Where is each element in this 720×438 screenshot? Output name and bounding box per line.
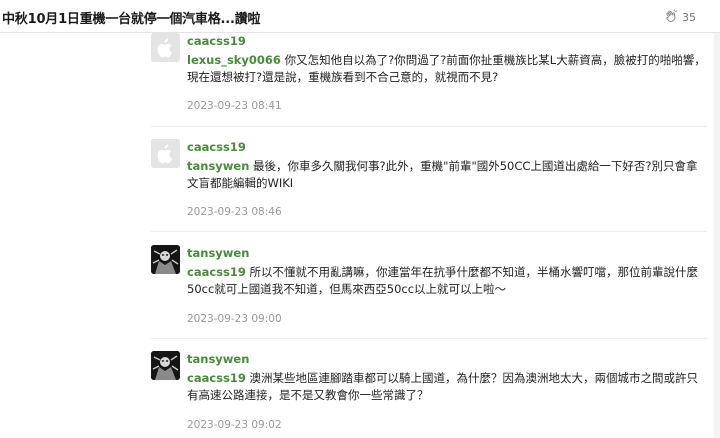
comment-timestamp: 2023-09-23 08:46 <box>187 206 282 218</box>
scrollbar[interactable] <box>714 33 720 438</box>
comment-timestamp: 2023-09-23 08:41 <box>187 100 282 112</box>
like-count: 35 <box>682 11 696 24</box>
comment-timestamp: 2023-09-23 09:02 <box>187 419 282 431</box>
comment-body: caacss19 所以不懂就不用亂講嘛，你連當年在抗爭什麼都不知道，半桶水響叮噹… <box>187 264 707 297</box>
divider <box>151 126 707 127</box>
top-bar: 中秋10月1日重機一台就停一個汽車格...讚啦 35 <box>0 0 720 33</box>
divider <box>151 231 707 232</box>
mention-link[interactable]: caacss19 <box>187 371 246 385</box>
mention-link[interactable]: lexus_sky0066 <box>187 53 281 67</box>
comment-text: 最後，你車多久關我何事?此外，重機"前輩"國外50CC上國道出處給一下好否?別只… <box>187 159 698 190</box>
default-avatar-icon[interactable] <box>151 139 180 168</box>
divider <box>151 338 707 339</box>
default-avatar-icon[interactable] <box>151 33 180 62</box>
page-title: 中秋10月1日重機一台就停一個汽車格...讚啦 <box>2 12 261 27</box>
comment-body: caacss19 澳洲某些地區連腳踏車都可以騎上國道，為什麼？因為澳洲地太大，兩… <box>187 370 707 403</box>
comment-author[interactable]: caacss19 <box>187 34 246 48</box>
comment-text: 所以不懂就不用亂講嘛，你連當年在抗爭什麼都不知道，半桶水響叮噹，那位前輩說什麼5… <box>187 265 699 296</box>
comment-body: lexus_sky0066 你又怎知他自以為了?你問過了?前面你扯重機族比某L大… <box>187 52 707 85</box>
photo-avatar-icon[interactable] <box>151 351 180 380</box>
like-button[interactable]: 35 <box>664 9 696 26</box>
photo-avatar-icon[interactable] <box>151 245 180 274</box>
comment-author[interactable]: caacss19 <box>187 140 246 154</box>
comment-author[interactable]: tansywen <box>187 352 249 366</box>
comment-timestamp: 2023-09-23 09:00 <box>187 313 282 325</box>
mention-link[interactable]: caacss19 <box>187 265 246 279</box>
clap-icon <box>664 9 678 26</box>
comment-body: tansywen 最後，你車多久關我何事?此外，重機"前輩"國外50CC上國道出… <box>187 158 707 191</box>
comment-text: 澳洲某些地區連腳踏車都可以騎上國道，為什麼？因為澳洲地太大，兩個城市之間或許只有… <box>187 371 699 402</box>
comment-author[interactable]: tansywen <box>187 246 249 260</box>
mention-link[interactable]: tansywen <box>187 159 249 173</box>
